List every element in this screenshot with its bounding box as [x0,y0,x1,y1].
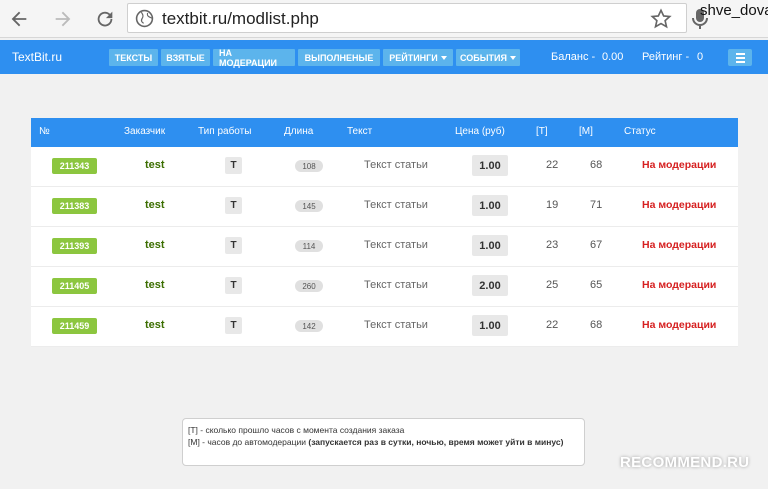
menu-item-ratings[interactable]: РЕЙТИНГИ [383,49,453,66]
rating-label: Рейтинг - [642,51,690,63]
length-badge: 260 [295,280,323,292]
hours-to-automoderation: 68 [590,319,603,331]
hours-since-created: 22 [546,159,559,171]
header-length: Длина [284,126,314,137]
address-bar[interactable]: textbit.ru/modlist.php [127,3,687,33]
back-button[interactable] [6,6,32,32]
table-row: 211405 test T 260 Текст статьи 2.00 25 6… [31,267,738,307]
reload-button[interactable] [92,6,118,32]
work-type-badge: T [225,157,242,174]
balance-value: 0.00 [602,51,624,63]
hours-to-automoderation: 68 [590,159,603,171]
site-navbar: TextBit.ru ТЕКСТЫ ВЗЯТЫЕ НА МОДЕРАЦИИ ВЫ… [0,40,768,74]
star-icon[interactable] [650,8,672,30]
hours-to-automoderation: 71 [590,199,603,211]
table-row: 211383 test T 145 Текст статьи 1.00 19 7… [31,187,738,227]
legend-m: [M] - часов до автомодерации (запускаетс… [188,437,564,447]
order-id-badge[interactable]: 211393 [52,238,97,254]
length-badge: 114 [295,240,323,252]
arrow-left-icon [11,11,27,27]
length-badge: 142 [295,320,323,332]
header-number: № [39,126,50,137]
length-badge: 108 [295,160,323,172]
order-id-badge[interactable]: 211383 [52,198,97,214]
text-link[interactable]: Текст статьи [364,319,428,331]
moderation-table: № Заказчик Тип работы Длина Текст Цена (… [31,118,738,347]
hamburger-icon [735,52,745,55]
main-menu: ТЕКСТЫ ВЗЯТЫЕ НА МОДЕРАЦИИ ВЫПОЛНЕНЫЕ РЕ… [109,48,520,68]
work-type-badge: T [225,237,242,254]
menu-item-moderation[interactable]: НА МОДЕРАЦИИ [213,48,295,68]
table-row: 211343 test T 108 Текст статьи 1.00 22 6… [31,147,738,187]
header-t: [T] [536,126,548,137]
hours-since-created: 19 [546,199,559,211]
header-work-type: Тип работы [198,126,252,137]
user-name: shve_dova [700,2,768,19]
header-customer: Заказчик [124,126,166,137]
table-row: 211459 test T 142 Текст статьи 1.00 22 6… [31,307,738,347]
hours-to-automoderation: 67 [590,239,603,251]
order-id-badge[interactable]: 211405 [52,278,97,294]
globe-icon [135,9,154,28]
customer-name[interactable]: test [145,319,165,331]
work-type-badge: T [225,317,242,334]
legend-info-box: [T] - сколько прошло часов с момента соз… [182,418,585,466]
site-brand[interactable]: TextBit.ru [12,50,62,64]
text-link[interactable]: Текст статьи [364,279,428,291]
table-row: 211393 test T 114 Текст статьи 1.00 23 6… [31,227,738,267]
url-text[interactable]: textbit.ru/modlist.php [162,9,319,29]
balance-label: Баланс - [551,51,596,63]
status-label: На модерации [642,199,717,211]
watermark: RECOMMEND.RU [620,454,750,471]
reload-icon [97,11,113,27]
table-header: № Заказчик Тип работы Длина Текст Цена (… [31,118,738,147]
customer-name[interactable]: test [145,199,165,211]
price-badge: 1.00 [472,315,508,336]
rating-value: 0 [697,51,704,63]
hours-since-created: 25 [546,279,559,291]
browser-toolbar: textbit.ru/modlist.php shve_dova [0,0,768,38]
text-link[interactable]: Текст статьи [364,239,428,251]
customer-name[interactable]: test [145,279,165,291]
header-text: Текст [347,126,373,137]
header-price: Цена (руб) [455,126,505,137]
order-id-badge[interactable]: 211343 [52,158,97,174]
text-link[interactable]: Текст статьи [364,199,428,211]
menu-item-taken[interactable]: ВЗЯТЫЕ [161,49,210,66]
menu-item-completed[interactable]: ВЫПОЛНЕНЫЕ [298,49,380,66]
status-label: На модерации [642,239,717,251]
price-badge: 1.00 [472,195,508,216]
hamburger-menu-button[interactable] [728,49,752,66]
arrow-right-icon [55,11,71,27]
caret-down-icon [440,55,447,60]
status-label: На модерации [642,279,717,291]
price-badge: 1.00 [472,155,508,176]
length-badge: 145 [295,200,323,212]
caret-down-icon [510,55,516,60]
legend-t: [T] - сколько прошло часов с момента соз… [188,425,405,435]
header-status: Статус [624,126,656,137]
hours-since-created: 23 [546,239,559,251]
hours-since-created: 22 [546,319,559,331]
text-link[interactable]: Текст статьи [364,159,428,171]
forward-button[interactable] [50,6,76,32]
work-type-badge: T [225,197,242,214]
work-type-badge: T [225,277,242,294]
status-label: На модерации [642,159,717,171]
price-badge: 1.00 [472,235,508,256]
menu-item-events[interactable]: СОБЫТИЯ [456,49,520,66]
status-label: На модерации [642,319,717,331]
hours-to-automoderation: 65 [590,279,603,291]
order-id-badge[interactable]: 211459 [52,318,97,334]
price-badge: 2.00 [472,275,508,296]
header-m: [M] [579,126,593,137]
menu-item-texts[interactable]: ТЕКСТЫ [109,49,158,66]
customer-name[interactable]: test [145,239,165,251]
customer-name[interactable]: test [145,159,165,171]
